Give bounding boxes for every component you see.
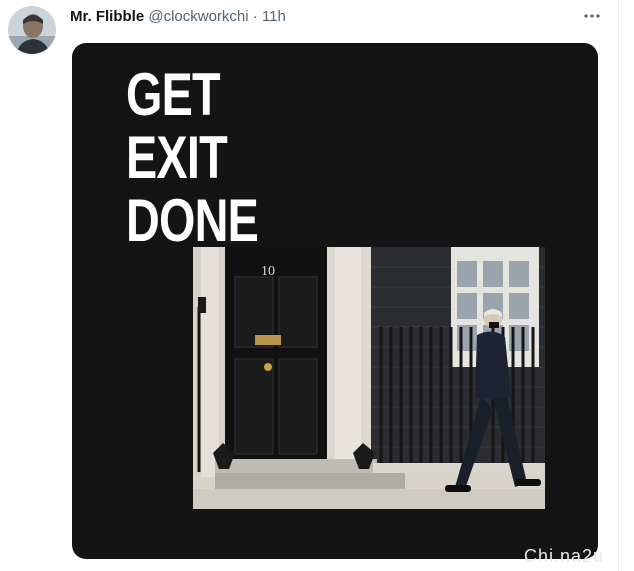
author-handle[interactable]: @clockworkchi: [148, 8, 248, 25]
tweet-card[interactable]: Mr. Flibble @clockworkchi · 11h GET EXIT…: [0, 0, 619, 571]
avatar[interactable]: [8, 6, 56, 54]
separator-dot: ·: [252, 8, 258, 25]
headline-line-2: EXIT: [126, 124, 228, 191]
more-options-button[interactable]: [580, 6, 604, 26]
headline-line-1: GET: [126, 61, 221, 128]
downing-street-photo: 10: [193, 247, 545, 509]
watermark: Chi.na2u: [524, 546, 605, 566]
more-horizontal-icon: [584, 14, 600, 18]
door-number: 10: [261, 264, 275, 279]
author-name[interactable]: Mr. Flibble: [70, 8, 144, 25]
tweet-header: Mr. Flibble @clockworkchi · 11h: [70, 8, 286, 26]
headline-line-3: DONE: [126, 187, 259, 254]
tweet-media-image[interactable]: GET EXIT DONE 10: [72, 43, 598, 559]
avatar-photo: [8, 6, 56, 54]
timestamp[interactable]: 11h: [262, 8, 286, 25]
headline-text: GET EXIT DONE: [126, 61, 259, 254]
